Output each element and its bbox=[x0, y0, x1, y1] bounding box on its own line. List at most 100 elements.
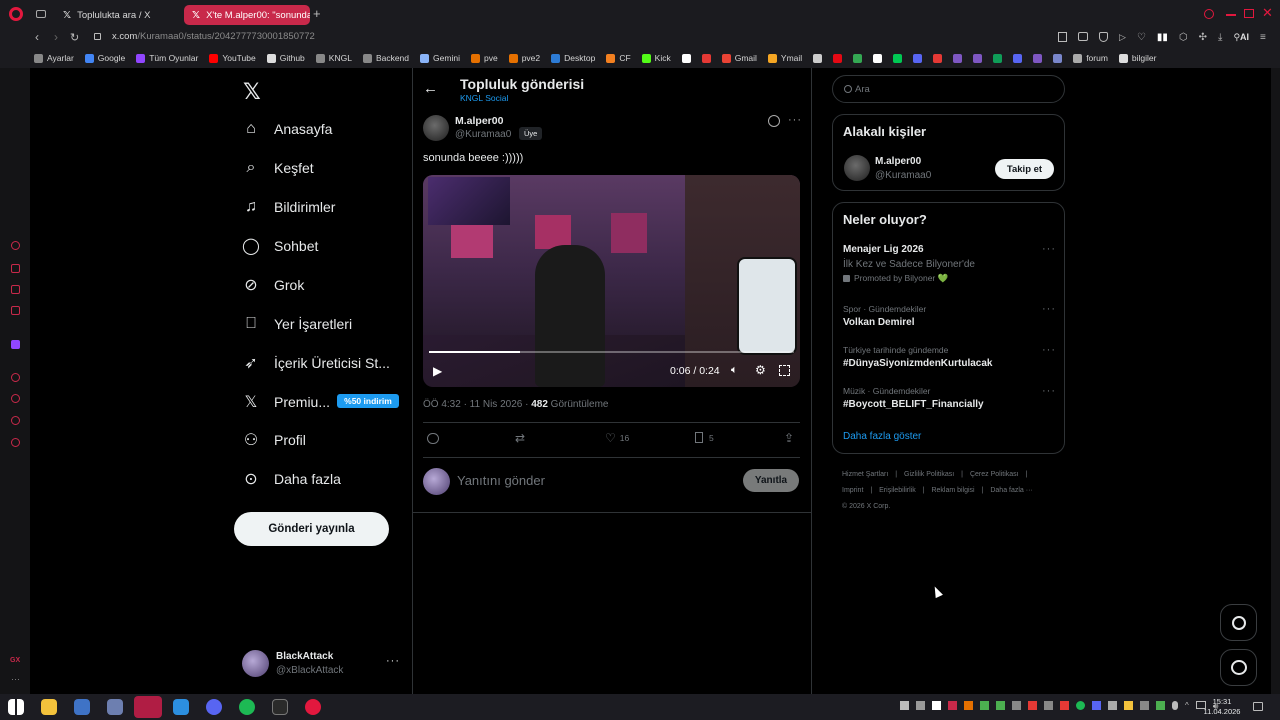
volume-icon[interactable]: 🔈︎ bbox=[731, 364, 738, 377]
trend-item[interactable]: Türkiye tarihinde gündemde #DünyaSiyoniz… bbox=[843, 345, 1043, 369]
sidebar-twitch-icon[interactable] bbox=[11, 340, 20, 349]
bookmark-item[interactable]: Gmail bbox=[721, 53, 757, 63]
sidebar-history-icon[interactable] bbox=[11, 394, 20, 403]
bookmark-item[interactable]: KNGL bbox=[315, 53, 352, 63]
tray-icon[interactable] bbox=[1124, 701, 1133, 710]
opera-gx-taskbar-icon[interactable] bbox=[134, 696, 162, 718]
reload-button[interactable]: ↻ bbox=[70, 31, 79, 44]
nav-item[interactable]: ➶ İçerik Üreticisi St... bbox=[242, 354, 390, 372]
nav-item[interactable]: 𝕏 Premiu... bbox=[242, 393, 330, 411]
stats-icon[interactable]: ▮▮ bbox=[1157, 32, 1168, 43]
account-more-icon[interactable]: ··· bbox=[386, 655, 400, 667]
bookmark-item[interactable]: Desktop bbox=[551, 53, 595, 63]
author-handle[interactable]: @Kuramaa0 bbox=[455, 129, 511, 140]
related-name[interactable]: M.alper00 bbox=[875, 156, 921, 167]
promoted-trend[interactable]: Menajer Lig 2026 İlk Kez ve Sadece Bilyo… bbox=[843, 244, 1053, 284]
discord-icon[interactable] bbox=[206, 699, 222, 715]
app-icon[interactable] bbox=[107, 699, 123, 715]
chevron-up-icon[interactable]: ^ bbox=[1185, 701, 1189, 712]
opera-icon[interactable] bbox=[305, 699, 321, 715]
tab-post[interactable]: 𝕏 X'te M.alper00: "sonunda bbox=[184, 5, 310, 25]
post-more-icon[interactable]: ··· bbox=[788, 114, 802, 126]
community-link[interactable]: KNGL Social bbox=[460, 93, 508, 103]
messages-fab[interactable] bbox=[1220, 649, 1257, 686]
snapshot-icon[interactable] bbox=[1058, 32, 1067, 42]
tray-icon[interactable] bbox=[900, 701, 909, 710]
search-box[interactable]: Ara bbox=[832, 75, 1065, 103]
bookmark-item[interactable]: Ayarlar bbox=[34, 53, 74, 63]
bookmark-item[interactable]: Ymail bbox=[767, 53, 802, 63]
sidebar-bag-icon[interactable] bbox=[11, 264, 20, 273]
tray-icon[interactable] bbox=[932, 701, 941, 710]
heart-icon[interactable]: ♡ bbox=[1137, 32, 1146, 43]
bookmark-item[interactable] bbox=[853, 53, 863, 63]
nav-item[interactable]: ♫ Bildirimler bbox=[242, 198, 335, 216]
bookmark-item[interactable] bbox=[893, 53, 903, 63]
bookmark-item[interactable]: Tüm Oyunlar bbox=[136, 53, 198, 63]
bookmark-item[interactable] bbox=[873, 53, 883, 63]
spotify-icon[interactable] bbox=[239, 699, 255, 715]
tray-icon[interactable] bbox=[996, 701, 1005, 710]
url-field[interactable]: x.com/Kuramaa0/status/204277773000185077… bbox=[112, 31, 315, 42]
tray-icon[interactable] bbox=[1108, 701, 1117, 710]
bookmark-item[interactable] bbox=[973, 53, 983, 63]
notifications-icon[interactable] bbox=[1253, 702, 1263, 711]
bookmark-item[interactable] bbox=[1053, 53, 1063, 63]
scrollbar-track[interactable] bbox=[1271, 68, 1280, 694]
footer-link[interactable]: Gizlilik Politikası bbox=[904, 471, 954, 478]
bookmark-item[interactable]: Github bbox=[266, 53, 305, 63]
like-button[interactable]: ♡ 16 bbox=[605, 431, 629, 445]
bookmark-item[interactable] bbox=[933, 53, 943, 63]
nav-item[interactable]: ⊙ Daha fazla bbox=[242, 470, 341, 488]
author-avatar[interactable] bbox=[423, 115, 449, 141]
play-button[interactable]: ▶ bbox=[433, 364, 442, 378]
bookmark-item[interactable]: CF bbox=[606, 53, 631, 63]
account-switcher[interactable]: BlackAttack @xBlackAttack ··· bbox=[242, 650, 402, 678]
vscode-icon[interactable] bbox=[173, 699, 189, 715]
sidebar-messenger-icon[interactable] bbox=[11, 285, 20, 294]
sidebar-settings-icon[interactable] bbox=[11, 438, 20, 447]
tray-icon[interactable] bbox=[964, 701, 973, 710]
nav-item[interactable]: ⊘ Grok bbox=[242, 276, 304, 294]
reply-input[interactable]: Yanıtını gönder bbox=[457, 473, 545, 488]
bookmark-item[interactable]: pve2 bbox=[508, 53, 540, 63]
nav-item[interactable]: ◯ Sohbet bbox=[242, 237, 318, 255]
file-explorer-icon[interactable] bbox=[41, 699, 57, 715]
ai-icon[interactable]: ⚲AI bbox=[1233, 32, 1249, 43]
start-button[interactable] bbox=[8, 699, 24, 715]
sidebar-chat-icon[interactable] bbox=[11, 416, 20, 425]
tray-icon[interactable] bbox=[1092, 701, 1101, 710]
puzzle-icon[interactable]: ✣ bbox=[1199, 32, 1207, 43]
bookmark-button[interactable]: 5 bbox=[695, 432, 714, 443]
bookmark-item[interactable]: forum bbox=[1073, 53, 1108, 63]
close-window-button[interactable]: ✕ bbox=[1262, 5, 1273, 21]
bookmark-item[interactable] bbox=[1013, 53, 1023, 63]
play-icon[interactable]: ▷ bbox=[1119, 32, 1126, 43]
trend-more-icon[interactable]: ··· bbox=[1042, 344, 1056, 356]
bookmark-item[interactable]: YouTube bbox=[209, 53, 256, 63]
sidebar-mail-icon[interactable] bbox=[11, 306, 20, 315]
back-button[interactable]: ‹ bbox=[35, 30, 39, 44]
author-name[interactable]: M.alper00 bbox=[455, 115, 503, 127]
mic-icon[interactable] bbox=[1172, 701, 1178, 710]
nav-item[interactable]: ⌂ Anasayfa bbox=[242, 120, 332, 138]
post-button[interactable]: Gönderi yayınla bbox=[234, 512, 389, 546]
trend-item[interactable]: Müzik · Gündemdekiler #Boycott_BELIFT_Fi… bbox=[843, 386, 1043, 410]
trend-item[interactable]: Spor · Gündemdekiler Volkan Demirel bbox=[843, 304, 1043, 328]
reply-icon[interactable] bbox=[427, 433, 439, 444]
bookmark-item[interactable]: bilgiler bbox=[1118, 53, 1157, 63]
app-icon[interactable] bbox=[74, 699, 90, 715]
footer-link[interactable]: Çerez Politikası bbox=[970, 471, 1019, 478]
repost-icon[interactable]: ⇄ bbox=[515, 431, 525, 445]
video-progress-track[interactable] bbox=[429, 351, 794, 353]
new-tab-button[interactable]: + bbox=[313, 6, 321, 21]
fullscreen-icon[interactable] bbox=[779, 365, 790, 376]
bookmark-item[interactable]: pve bbox=[470, 53, 498, 63]
camera-icon[interactable] bbox=[1078, 32, 1088, 41]
search-tabs-icon[interactable] bbox=[1204, 9, 1214, 19]
footer-link[interactable]: Imprint bbox=[842, 487, 863, 494]
nav-item[interactable]: ⚇ Profil bbox=[242, 431, 306, 449]
tab-search[interactable]: 𝕏 Toplulukta ara / X bbox=[55, 5, 181, 25]
bookmark-item[interactable] bbox=[993, 53, 1003, 63]
workspaces-icon[interactable] bbox=[36, 10, 46, 18]
